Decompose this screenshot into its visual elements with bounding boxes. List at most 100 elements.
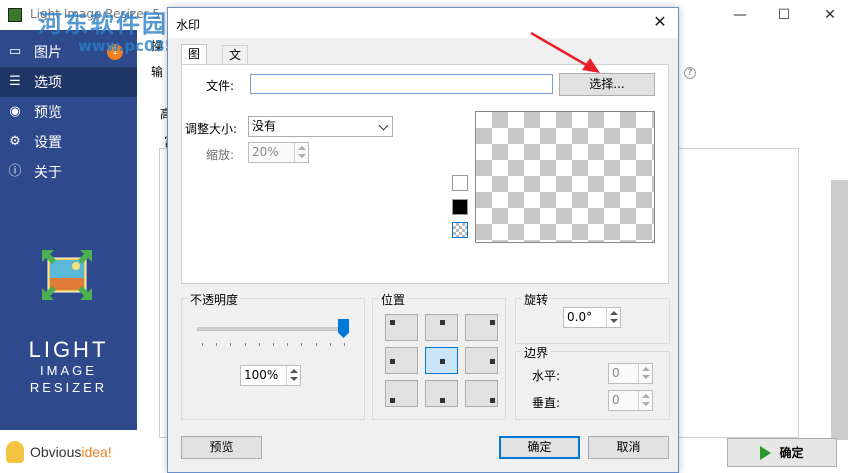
dialog-title: 水印 (176, 18, 201, 32)
preview-button[interactable]: 预览 (181, 436, 262, 459)
chevron-down-icon (378, 120, 389, 131)
anchor-dot-icon (390, 359, 395, 364)
spin-buttons (638, 364, 652, 383)
anchor-dot-icon (490, 398, 495, 403)
sidebar-item-label: 图片 (34, 45, 62, 61)
app-logo-icon (8, 8, 22, 22)
process-button-label: 确定 (779, 446, 804, 460)
slider-tick (329, 343, 331, 346)
spin-buttons (606, 308, 620, 327)
sidebar-item-about[interactable]: ⓘ 关于 (0, 157, 137, 187)
sidebar-item-label: 预览 (34, 105, 62, 121)
sidebar-item-label: 设置 (34, 135, 62, 151)
sidebar-item-label: 关于 (34, 165, 62, 181)
position-middle-right-button[interactable] (465, 347, 498, 374)
vendor-prefix: Obvious (30, 443, 82, 460)
watermark-dialog: 水印 ✕ 图片 文字 文件: 选择... 调整大小: 没有 缩放: 20% 不透… (167, 7, 679, 473)
horizontal-margin-stepper[interactable]: 0 (608, 363, 653, 384)
opacity-value: 100% (244, 368, 279, 382)
tab-text[interactable]: 文字 (222, 45, 249, 80)
sidebar: ▭ 图片 1 ☰ 选项 ◉ 预览 ⚙ 设置 ⓘ 关于 LIGHT IMAGE R… (0, 30, 137, 473)
position-bottom-left-button[interactable] (385, 380, 418, 407)
file-input[interactable] (250, 74, 553, 94)
position-title: 位置 (379, 291, 408, 308)
anchor-dot-icon (440, 398, 445, 403)
position-middle-left-button[interactable] (385, 347, 418, 374)
play-icon (760, 445, 772, 460)
brand-line-2: IMAGE (40, 363, 97, 378)
brand-line-1: LIGHT (28, 337, 109, 362)
slider-tick (273, 343, 274, 346)
position-top-right-button[interactable] (465, 314, 498, 341)
opacity-stepper[interactable]: 100% (240, 365, 301, 386)
slider-tick (230, 343, 232, 346)
watermark-preview (475, 111, 655, 243)
slider-tick (344, 343, 345, 346)
position-center-button[interactable] (425, 347, 458, 374)
opacity-title: 不透明度 (188, 291, 241, 308)
vendor-suffix: idea! (81, 443, 112, 460)
spin-up-icon (642, 394, 650, 398)
horizontal-margin-value: 0 (612, 366, 620, 380)
sidebar-item-settings[interactable]: ⚙ 设置 (0, 127, 137, 157)
anchor-dot-icon (440, 320, 445, 325)
spin-buttons (286, 366, 300, 385)
slider-tick (216, 343, 218, 346)
ok-button[interactable]: 确定 (499, 436, 580, 459)
anchor-dot-icon (390, 320, 395, 325)
maximize-icon[interactable]: ☐ (774, 5, 794, 25)
scale-value: 20% (252, 145, 279, 159)
close-icon[interactable]: ✕ (820, 5, 840, 25)
scrollbar-thumb[interactable] (831, 180, 848, 440)
spin-down-icon (642, 375, 650, 379)
resize-select-value: 没有 (252, 119, 277, 133)
slider-tick (315, 343, 317, 346)
spin-up-icon (298, 146, 306, 150)
white-background-swatch[interactable] (452, 175, 468, 191)
section-fragment: 输 (151, 65, 164, 79)
opacity-group: 不透明度 (181, 291, 365, 420)
rotation-value: 0.0° (567, 310, 593, 324)
scale-stepper[interactable]: 20% (248, 142, 309, 163)
browse-button[interactable]: 选择... (559, 73, 655, 96)
cancel-button[interactable]: 取消 (588, 436, 669, 459)
gear-icon: ⚙ (9, 134, 21, 149)
anchor-dot-icon (390, 398, 395, 403)
brand-line-3: RESIZER (29, 380, 108, 395)
opacity-slider-track[interactable] (197, 327, 345, 331)
position-top-left-button[interactable] (385, 314, 418, 341)
vertical-margin-stepper[interactable]: 0 (608, 390, 653, 411)
vertical-margin-label: 垂直: (532, 396, 561, 410)
process-button[interactable]: 确定 (727, 438, 837, 467)
rotation-stepper[interactable]: 0.0° (563, 307, 621, 328)
black-background-swatch[interactable] (452, 199, 468, 215)
vendor-logo[interactable]: Obviousidea! (0, 430, 137, 473)
spin-down-icon (610, 319, 618, 323)
section-fragment: 操 (151, 39, 164, 53)
anchor-dot-icon (440, 359, 445, 364)
spin-down-icon (290, 377, 298, 381)
eye-icon: ◉ (9, 104, 21, 119)
resize-label: 调整大小: (185, 122, 238, 136)
horizontal-margin-label: 水平: (532, 369, 561, 383)
sidebar-item-options[interactable]: ☰ 选项 (0, 67, 137, 97)
lightbulb-icon (6, 440, 24, 463)
slider-tick (244, 343, 246, 346)
slider-tick (287, 343, 289, 346)
help-icon[interactable]: ? (684, 67, 696, 79)
position-top-center-button[interactable] (425, 314, 458, 341)
position-bottom-right-button[interactable] (465, 380, 498, 407)
resize-select[interactable]: 没有 (248, 116, 393, 137)
rotation-title: 旋转 (522, 291, 551, 308)
info-icon: ⓘ (8, 164, 22, 179)
position-bottom-center-button[interactable] (425, 380, 458, 407)
brand-logo-icon (42, 250, 92, 300)
minimize-icon[interactable]: — (730, 5, 750, 25)
slider-tick (301, 343, 303, 346)
spin-down-icon (298, 154, 306, 158)
anchor-dot-icon (490, 359, 495, 364)
close-icon[interactable]: ✕ (650, 12, 670, 32)
sidebar-item-preview[interactable]: ◉ 预览 (0, 97, 137, 127)
tab-image[interactable]: 图片 (181, 44, 208, 79)
transparent-background-swatch[interactable] (452, 222, 468, 238)
